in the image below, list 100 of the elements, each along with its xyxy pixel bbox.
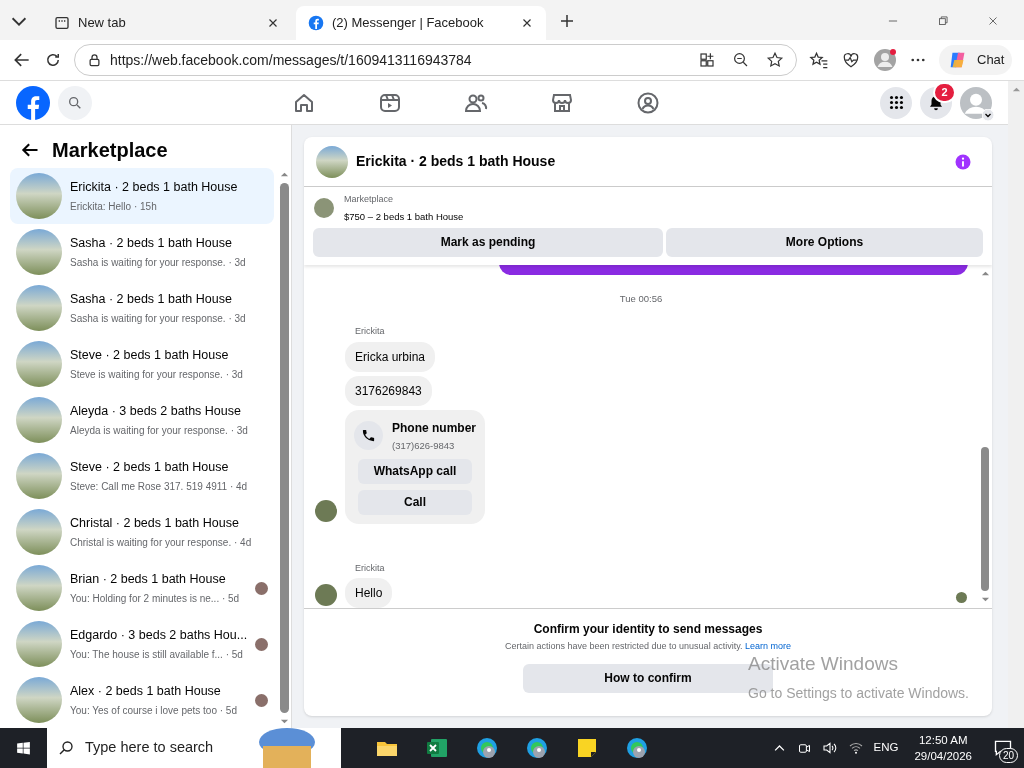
heart-pulse-icon[interactable] — [841, 50, 861, 70]
conversation-preview: Steve is waiting for your response. · 3d — [70, 367, 244, 382]
photo-placeholder — [16, 565, 62, 611]
conversation-preview: Aleyda is waiting for your response. · 3d — [70, 423, 249, 438]
action-button[interactable]: More Options — [666, 227, 983, 257]
restore-icon[interactable] — [936, 14, 950, 28]
search-icon — [67, 94, 83, 111]
profile-avatar-icon[interactable] — [873, 48, 897, 72]
info-icon[interactable] — [954, 152, 972, 171]
conversation-preview: You: Yes of course i love pets too · 5d — [70, 703, 238, 718]
listing-description: $750 – 2 beds 1 bath House — [344, 209, 464, 224]
taskbar-search[interactable]: Type here to search — [47, 728, 341, 768]
plus-icon[interactable] — [558, 12, 576, 30]
wifi-icon[interactable] — [847, 740, 864, 756]
photo-placeholder — [16, 453, 62, 499]
sidebar-title: Marketplace — [52, 138, 168, 163]
listing-label: Marketplace — [344, 193, 395, 206]
conversation-title: Edgardo · 3 beds 2 baths Hou... — [70, 627, 248, 645]
call-button[interactable]: Call — [358, 489, 472, 515]
conversation-preview: You: The house is still available f... · 5d — [70, 647, 244, 662]
photo-placeholder — [16, 397, 62, 443]
notice-text: Certain actions have been restricted due to unusual activity. Learn more — [505, 640, 791, 653]
conversation-preview: Sasha is waiting for your response. · 3d — [70, 311, 247, 326]
chat-title: Erickita · 2 beds 1 bath House — [356, 152, 557, 171]
clock[interactable]: 12:50 AM 29/04/2026 — [914, 732, 972, 764]
group-icon[interactable] — [636, 90, 660, 115]
windows-start-icon[interactable] — [15, 739, 32, 757]
new-tab-icon — [54, 15, 70, 31]
read-receipt-avatar — [956, 592, 967, 603]
message-bubble: Hello — [345, 578, 393, 608]
conversation-title: Steve · 2 beds 1 bath House — [70, 347, 230, 365]
conversation-preview: Sasha is waiting for your response. · 3d — [70, 255, 247, 270]
phone-icon — [361, 428, 376, 444]
menu-button[interactable] — [880, 86, 912, 119]
reload-icon[interactable] — [44, 51, 62, 69]
search-button[interactable] — [58, 85, 92, 120]
scroll-up-icon[interactable] — [280, 170, 290, 179]
phone-title: Phone number — [392, 419, 476, 437]
language-indicator[interactable]: ENG — [873, 739, 899, 757]
caret-icon — [982, 108, 994, 121]
notification-badge: 2 — [933, 81, 956, 103]
photo-placeholder — [16, 621, 62, 667]
phone-number: (317)626-9843 — [392, 438, 456, 453]
lock-icon — [87, 52, 102, 68]
photo-placeholder — [16, 229, 62, 275]
browser-profile-icon — [475, 736, 499, 760]
star-icon[interactable] — [766, 51, 784, 69]
photo-placeholder — [16, 285, 62, 331]
message-bubble: 3176269843 — [345, 375, 432, 406]
favorites-icon[interactable] — [809, 50, 829, 70]
action-button[interactable]: Mark as pending — [313, 227, 663, 257]
photo-placeholder — [16, 677, 62, 723]
conversation-preview: Steve: Call me Rose 317. 519 4911 · 4d — [70, 479, 249, 494]
message-bubble: Ericka urbina — [345, 341, 436, 372]
page-scrollbar[interactable] — [1008, 81, 1024, 728]
tab-title: New tab — [78, 14, 127, 33]
browser-profile-icon — [525, 736, 549, 760]
sender-name: Erickita — [355, 325, 385, 338]
facebook-logo-icon — [308, 15, 324, 31]
browser-profile-icon — [625, 736, 649, 760]
browser-tab[interactable]: (2) Messenger | Facebook — [296, 6, 546, 40]
facebook-logo-icon[interactable] — [16, 85, 50, 120]
speaker-icon[interactable] — [821, 740, 838, 756]
scrollbar-thumb[interactable] — [981, 447, 989, 591]
tab-title: (2) Messenger | Facebook — [332, 14, 485, 33]
conversation-title: Alex · 2 beds 1 bath House — [70, 683, 222, 701]
notification-count: 20 — [998, 748, 1018, 763]
conversation-title: Christal · 2 beds 1 bath House — [70, 515, 240, 533]
conversation-preview: Christal is waiting for your response. · 4d — [70, 535, 253, 550]
spreadsheet-icon — [425, 736, 449, 760]
photo-placeholder — [16, 509, 62, 555]
notice-title: Confirm your identity to send messages — [533, 621, 763, 638]
message-timestamp: Tue 00:56 — [618, 291, 664, 306]
avatar-icon — [960, 86, 992, 119]
browser-tab[interactable]: New tab — [42, 6, 292, 40]
photo-placeholder — [316, 145, 348, 178]
photo-placeholder — [16, 173, 62, 219]
clock-date: 29/04/2026 — [914, 749, 972, 764]
conversation-title: Aleyda · 3 beds 2 baths House — [70, 403, 242, 421]
conversation-title: Erickita · 2 beds 1 bath House — [70, 179, 239, 197]
sender-avatar — [315, 584, 337, 607]
sender-name: Erickita — [355, 561, 385, 575]
conversation-preview: Erickita: Hello · 15h — [70, 199, 158, 214]
message-icon — [993, 738, 1013, 758]
apps-add-icon[interactable] — [698, 51, 716, 69]
sender-avatar — [315, 499, 337, 522]
search-icon — [57, 739, 75, 757]
clock-time: 12:50 AM — [918, 733, 968, 748]
conversation-title: Steve · 2 beds 1 bath House — [70, 459, 230, 477]
learn-more-link[interactable]: Learn more — [744, 641, 791, 651]
zoom-out-icon[interactable] — [732, 51, 750, 69]
chat-button[interactable]: Chat — [939, 45, 1013, 75]
call-button[interactable]: WhatsApp call — [358, 458, 472, 484]
photo-placeholder — [314, 198, 334, 219]
photo-placeholder — [16, 341, 62, 387]
scroll-down-icon[interactable] — [280, 717, 290, 726]
conversation-preview: You: Holding for 2 minutes is ne... · 5d — [70, 591, 241, 606]
notification-center-button[interactable]: 20 — [988, 733, 1018, 763]
conversation-item[interactable]: Erickita · 2 beds 1 bath House Erickita: Hello · 15h — [10, 168, 275, 224]
scroll-down-icon[interactable] — [980, 595, 990, 604]
